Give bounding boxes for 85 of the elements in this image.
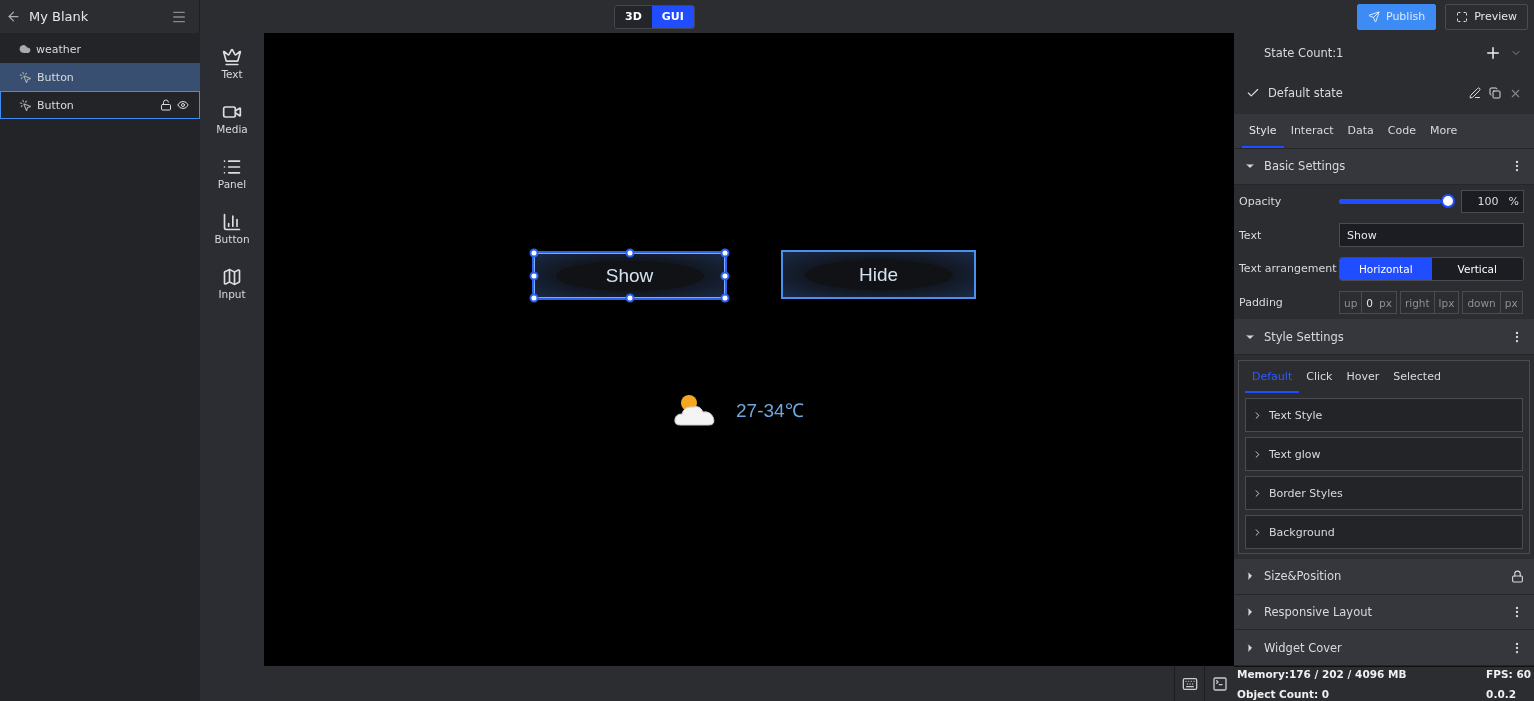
layer-item[interactable]: Button [0, 91, 200, 119]
resize-handle[interactable] [720, 271, 730, 280]
inspector-tab[interactable]: Data [1340, 114, 1381, 148]
tool-button[interactable]: Panel [217, 157, 247, 190]
padding-label: Padding [1239, 296, 1284, 309]
style-group[interactable]: Background [1245, 515, 1523, 549]
slider-thumb[interactable] [1441, 194, 1455, 209]
preview-button[interactable]: Preview [1445, 3, 1528, 30]
style-group[interactable]: Border Styles [1245, 476, 1523, 510]
padding-field[interactable]: down px [1462, 291, 1523, 314]
state-count: State Count:1 [1264, 45, 1345, 60]
tool-button[interactable]: Input [218, 267, 246, 300]
text-label: Text [1239, 228, 1263, 242]
arrangement-label: Text arrangement [1239, 262, 1338, 276]
section-title: Responsive Layout [1264, 605, 1373, 619]
resize-handle[interactable] [529, 248, 539, 258]
button-text: Hide [804, 259, 953, 290]
style-group[interactable]: Text glow [1245, 437, 1523, 471]
section-title: Basic Settings [1264, 159, 1347, 174]
section-title: Style Settings [1264, 329, 1345, 344]
bar-chart-icon [222, 212, 242, 232]
inspector-tab[interactable]: Style [1242, 114, 1284, 148]
copy-icon[interactable] [1489, 87, 1501, 100]
resize-handle[interactable] [720, 248, 730, 258]
state-tab[interactable]: Click [1299, 361, 1340, 393]
state-tab[interactable]: Selected [1386, 361, 1448, 393]
arrangement-option[interactable]: Vertical [1431, 257, 1523, 280]
section-header[interactable]: Size&Position [1234, 559, 1534, 595]
style-group[interactable]: Text Style [1245, 398, 1523, 432]
mode-tab[interactable]: GUI [651, 5, 694, 28]
section-header[interactable]: Basic Settings [1234, 148, 1534, 185]
cloud-icon [19, 43, 31, 55]
memory-text: Memory:176 / 202 / 4096 MB [1237, 668, 1408, 680]
unlock-icon[interactable] [160, 99, 172, 111]
version-text: 0.0.2 [1486, 688, 1517, 700]
sun-cloud-icon [674, 393, 716, 427]
map-icon [222, 267, 242, 287]
mode-tab[interactable]: 3D [615, 5, 652, 28]
section-header[interactable]: Style Settings [1234, 319, 1534, 355]
resize-handle[interactable] [625, 248, 634, 258]
back-icon[interactable] [6, 9, 21, 24]
inspector-tab[interactable]: Interact [1283, 114, 1341, 148]
inspector-tab[interactable]: Code [1380, 114, 1423, 148]
project-title: My Blank [29, 9, 90, 24]
arrangement-option[interactable]: Horizontal [1340, 257, 1432, 280]
section-title: Widget Cover [1264, 640, 1343, 655]
layer-label: Button [37, 70, 75, 84]
resize-handle[interactable] [529, 293, 539, 303]
button-text: Show [555, 260, 704, 291]
tool-button[interactable]: Media [216, 102, 248, 135]
section-header[interactable]: Responsive Layout [1234, 594, 1534, 631]
resize-handle[interactable] [529, 271, 539, 280]
text-input[interactable]: Show [1339, 223, 1524, 248]
tool-button[interactable]: Button [214, 212, 250, 245]
section-title: Size&Position [1264, 569, 1343, 584]
temperature-text: 27-34℃ [736, 399, 804, 423]
send-icon [1367, 10, 1380, 23]
layer-item[interactable]: Button [0, 63, 200, 91]
padding-field[interactable]: right lpx [1399, 291, 1460, 314]
pointer-click-icon [19, 70, 32, 84]
section-header[interactable]: Widget Cover [1234, 630, 1534, 666]
eye-icon[interactable] [177, 99, 189, 111]
fullscreen-icon [1456, 10, 1469, 23]
crown-icon [222, 47, 242, 67]
canvas-button-widget[interactable]: Hide [781, 250, 976, 299]
canvas-button-widget[interactable]: Show [532, 251, 727, 300]
resize-handle[interactable] [625, 293, 634, 303]
layer-label: weather [36, 42, 83, 56]
pointer-click-icon [19, 98, 32, 112]
list-icon [222, 157, 242, 177]
opacity-label: Opacity [1239, 194, 1283, 208]
state-label[interactable]: Default state [1268, 86, 1461, 101]
opacity-input[interactable]: 100 % [1461, 189, 1524, 213]
object-count-text: Object Count: 0 [1237, 688, 1331, 700]
layer-item[interactable]: weather [0, 35, 200, 63]
opacity-slider[interactable] [1339, 194, 1455, 209]
tool-button[interactable]: Text [221, 47, 243, 80]
state-tab[interactable]: Hover [1339, 361, 1387, 393]
layer-label: Button [37, 98, 75, 112]
fps-text: FPS: 60 [1486, 668, 1531, 680]
lock-icon[interactable] [1511, 569, 1524, 583]
resize-handle[interactable] [720, 293, 730, 303]
inspector-tab[interactable]: More [1423, 114, 1465, 148]
padding-field[interactable]: up 0 px [1339, 291, 1397, 314]
edit-icon[interactable] [1469, 87, 1481, 100]
